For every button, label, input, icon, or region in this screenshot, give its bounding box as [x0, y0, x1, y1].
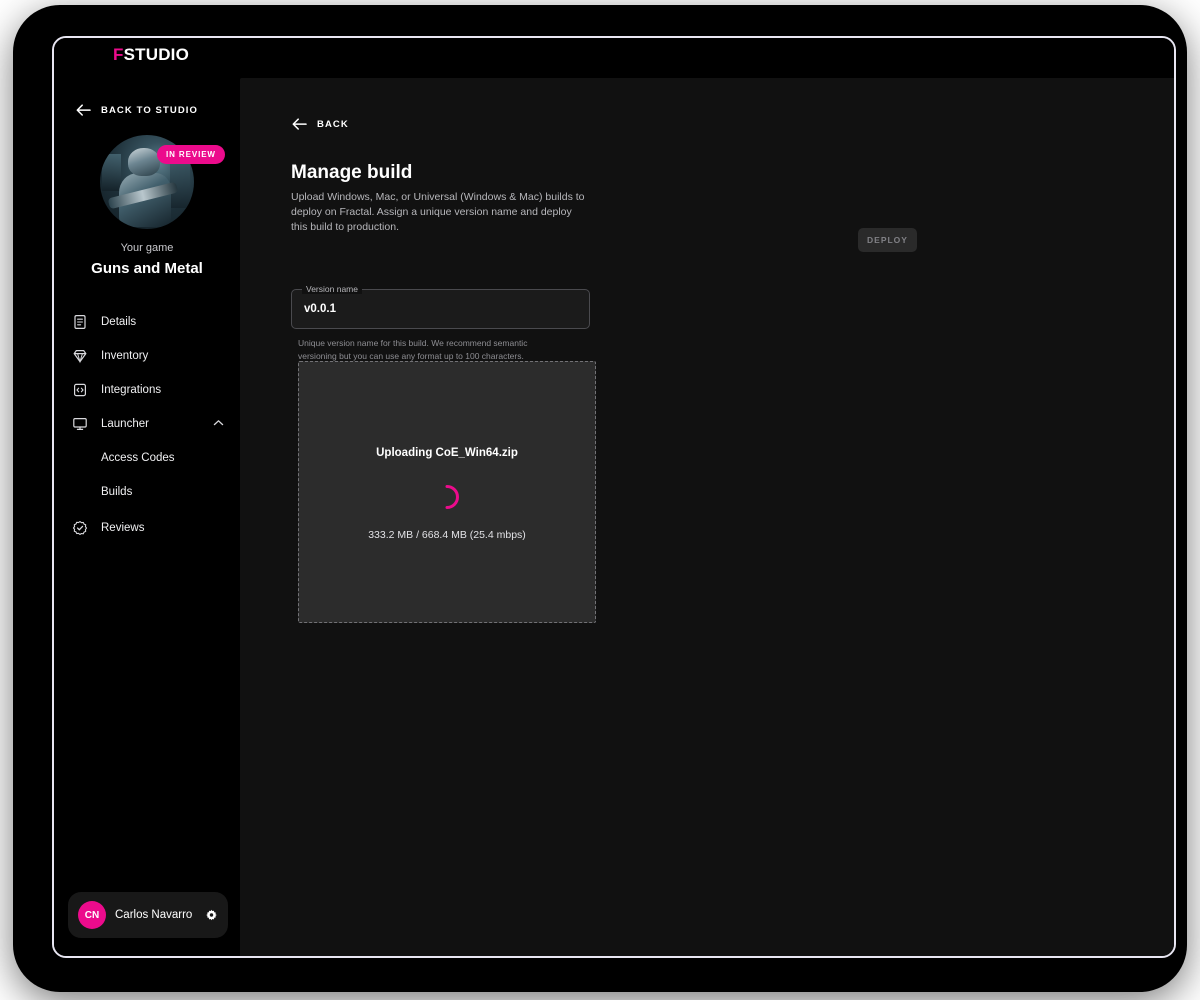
- sidebar-item-label: Inventory: [101, 350, 149, 362]
- sidebar-item-inventory[interactable]: Inventory: [54, 339, 240, 373]
- chevron-up-icon[interactable]: [213, 419, 224, 427]
- sidebar-item-label: Integrations: [101, 384, 162, 396]
- main-content: BACK Manage build Upload Windows, Mac, o…: [240, 78, 1174, 956]
- top-bar: FSTUDIO: [54, 38, 1174, 78]
- upload-progress-text: 333.2 MB / 668.4 MB (25.4 mbps): [368, 529, 526, 541]
- page-title: Manage build: [291, 162, 413, 183]
- version-name-helper-text: Unique version name for this build. We r…: [298, 338, 528, 362]
- avatar: CN: [78, 901, 106, 929]
- user-name: Carlos Navarro: [115, 909, 193, 921]
- logo-text: STUDIO: [123, 45, 190, 64]
- back-button-label: BACK: [317, 119, 349, 130]
- sidebar-item-launcher[interactable]: Launcher: [54, 407, 240, 441]
- game-caption: Your game: [120, 242, 174, 254]
- gem-icon: [73, 350, 87, 364]
- body-row: BACK TO STUDIO IN REVIEW Your game Guns …: [54, 78, 1174, 956]
- device-bezel: FSTUDIO BACK TO STUDIO IN REVIEW Your ga…: [14, 6, 1186, 991]
- sidebar-subitem-label: Builds: [101, 486, 133, 498]
- sidebar-item-access-codes[interactable]: Access Codes: [54, 441, 240, 475]
- back-to-studio-button[interactable]: BACK TO STUDIO: [76, 104, 198, 117]
- status-badge: IN REVIEW: [157, 145, 225, 164]
- sidebar-item-label: Details: [101, 316, 137, 328]
- version-name-legend: Version name: [302, 284, 362, 294]
- sidebar-item-details[interactable]: Details: [54, 305, 240, 339]
- loading-spinner-icon: [434, 484, 460, 510]
- back-to-studio-label: BACK TO STUDIO: [101, 105, 199, 116]
- app-window: FSTUDIO BACK TO STUDIO IN REVIEW Your ga…: [52, 36, 1176, 958]
- game-summary: IN REVIEW Your game Guns and Metal: [54, 135, 240, 277]
- monitor-icon: [73, 417, 87, 430]
- sidebar-item-integrations[interactable]: Integrations: [54, 373, 240, 407]
- arrow-left-icon: [292, 118, 307, 130]
- user-profile-card[interactable]: CN Carlos Navarro: [68, 892, 228, 938]
- sidebar-item-label: Launcher: [101, 418, 149, 430]
- verified-badge-icon: [72, 521, 88, 535]
- build-upload-dropzone[interactable]: Uploading CoE_Win64.zip 333.2 MB / 668.4…: [298, 361, 596, 623]
- sidebar-item-reviews[interactable]: Reviews: [54, 511, 240, 545]
- code-box-icon: [73, 383, 87, 397]
- sidebar: BACK TO STUDIO IN REVIEW Your game Guns …: [54, 78, 240, 956]
- page-description: Upload Windows, Mac, or Universal (Windo…: [291, 191, 585, 234]
- upload-status-text: Uploading CoE_Win64.zip: [376, 447, 518, 459]
- version-name-field[interactable]: Version name: [291, 284, 590, 329]
- logo-accent-letter: F: [113, 45, 124, 64]
- sidebar-item-builds[interactable]: Builds: [54, 475, 240, 509]
- sidebar-item-label: Reviews: [101, 522, 145, 534]
- sidebar-subitem-label: Access Codes: [101, 452, 175, 464]
- game-title: Guns and Metal: [91, 260, 203, 277]
- sidebar-nav: Details Inventory Integrations Launcher …: [54, 305, 240, 545]
- arrow-left-icon: [76, 104, 91, 116]
- document-icon: [74, 315, 86, 330]
- app-logo[interactable]: FSTUDIO: [113, 45, 189, 65]
- gear-icon[interactable]: [205, 909, 218, 922]
- deploy-button[interactable]: DEPLOY: [858, 228, 917, 252]
- back-button[interactable]: BACK: [292, 118, 349, 131]
- version-name-input[interactable]: [292, 290, 589, 328]
